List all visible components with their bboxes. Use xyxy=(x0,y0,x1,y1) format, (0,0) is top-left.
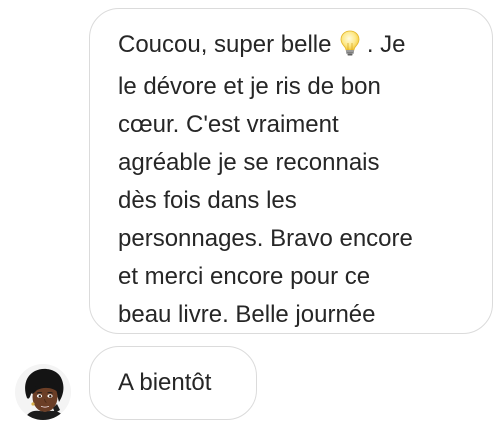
message-line: dès fois dans les xyxy=(118,187,297,214)
message-bubble[interactable]: A bientôt xyxy=(89,346,257,420)
message-line: agréable je se reconnais xyxy=(118,149,380,176)
message-thread: Coucou, super belle . Je le dévore et je… xyxy=(0,0,500,434)
message-line: beau livre. Belle journée xyxy=(118,301,376,328)
message-line: le dévore et je ris de bon xyxy=(118,73,381,100)
message-line: et merci encore pour ce xyxy=(118,263,371,290)
message-line: personnages. Bravo encore xyxy=(118,225,413,252)
avatar-icon[interactable] xyxy=(15,364,71,420)
message-line: cœur. C'est vraiment xyxy=(118,111,339,138)
message-bubble[interactable]: Coucou, super belle . Je le dévore et je… xyxy=(89,8,493,334)
message-line: A bientôt xyxy=(118,369,212,396)
light-bulb-icon xyxy=(340,30,360,68)
message-line: Coucou, super belle . Je xyxy=(118,26,466,68)
